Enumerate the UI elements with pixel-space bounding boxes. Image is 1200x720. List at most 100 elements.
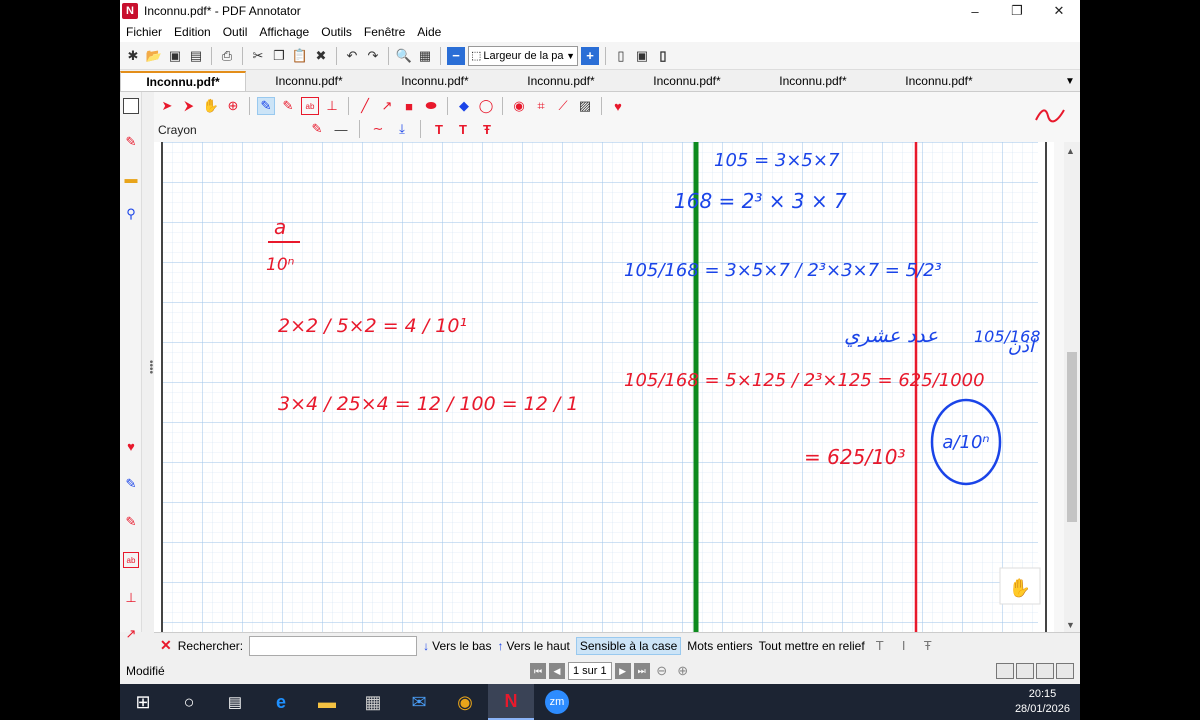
- paste-icon[interactable]: 📋: [291, 47, 309, 65]
- textbox-icon[interactable]: ab: [123, 552, 139, 568]
- menu-edition[interactable]: Edition: [168, 25, 217, 39]
- hand-icon[interactable]: ✋: [202, 97, 220, 115]
- select-icon[interactable]: ➤: [158, 97, 176, 115]
- highlight-all-toggle[interactable]: Tout mettre en relief: [759, 639, 865, 653]
- signature-icon[interactable]: [1034, 106, 1066, 126]
- smooth-stroke-icon[interactable]: ∼: [369, 120, 387, 138]
- page-thumbnail-icon[interactable]: [123, 98, 139, 114]
- zoom-select[interactable]: ⬚ Largeur de la pa ▼: [468, 45, 578, 66]
- scrollbar-thumb[interactable]: [1067, 352, 1077, 522]
- search-circle-icon[interactable]: ○: [166, 684, 212, 720]
- fullscreen-icon[interactable]: ▯: [654, 47, 672, 65]
- eraser-icon[interactable]: ◆: [455, 97, 473, 115]
- tab-inconnu-5[interactable]: Inconnu.pdf*: [624, 71, 750, 91]
- pressure-icon[interactable]: ⤓: [393, 120, 411, 138]
- new-document-icon[interactable]: ✱: [124, 47, 142, 65]
- page-counter[interactable]: 1 sur 1: [568, 662, 612, 680]
- image-insert-icon[interactable]: ▨: [576, 97, 594, 115]
- underline-text-icon[interactable]: I: [895, 637, 913, 655]
- two-page-continuous-icon[interactable]: [1056, 663, 1074, 679]
- document-viewport[interactable]: a 10ⁿ 2×2 / 5×2 = 4 / 10¹ 3×4 / 25×4 = 1…: [154, 142, 1054, 632]
- save-all-icon[interactable]: ▤: [187, 47, 205, 65]
- menu-fenetre[interactable]: Fenêtre: [358, 25, 411, 39]
- tab-overflow-icon[interactable]: ▼: [1060, 71, 1080, 91]
- line-tool-icon[interactable]: ╱: [356, 97, 374, 115]
- heart-icon[interactable]: ♥: [123, 438, 139, 454]
- forward-icon[interactable]: ⊕: [674, 662, 692, 680]
- menu-affichage[interactable]: Affichage: [253, 25, 315, 39]
- arrow-tool-icon[interactable]: ↗: [123, 626, 139, 642]
- case-sensitive-toggle[interactable]: Sensible à la case: [575, 636, 682, 655]
- find-icon[interactable]: 🔍: [395, 47, 413, 65]
- zoom-tool-icon[interactable]: ⊕: [224, 97, 242, 115]
- zoom-in-icon[interactable]: +: [581, 46, 599, 65]
- scroll-up-icon[interactable]: ▲: [1066, 146, 1075, 156]
- favorites-heart-icon[interactable]: ♥: [609, 97, 627, 115]
- delete-icon[interactable]: ✖: [312, 47, 330, 65]
- menu-outils[interactable]: Outils: [315, 25, 358, 39]
- text-select-icon[interactable]: ⮞: [180, 97, 198, 115]
- print-icon[interactable]: ⎙: [218, 47, 236, 65]
- zoom-app-icon[interactable]: zm: [534, 684, 580, 720]
- stamp-icon[interactable]: ⊥: [123, 590, 139, 606]
- highlight-text-icon[interactable]: T: [871, 637, 889, 655]
- redo-icon[interactable]: ↷: [364, 47, 382, 65]
- single-page-view-icon[interactable]: [996, 663, 1014, 679]
- save-icon[interactable]: ▣: [166, 47, 184, 65]
- chrome-icon[interactable]: ◉: [442, 684, 488, 720]
- touch-mode-icon[interactable]: ✋: [999, 567, 1041, 605]
- highlighter-icon[interactable]: ▬: [123, 170, 139, 186]
- whole-words-toggle[interactable]: Mots entiers: [687, 639, 752, 653]
- tab-inconnu-4[interactable]: Inconnu.pdf*: [498, 71, 624, 91]
- color-picker-icon[interactable]: ✎: [308, 120, 326, 138]
- crop-icon[interactable]: ⌗: [532, 97, 550, 115]
- rectangle-tool-icon[interactable]: ■: [400, 97, 418, 115]
- restore-button[interactable]: ❐: [996, 0, 1038, 22]
- last-page-icon[interactable]: ⏭: [633, 663, 650, 679]
- stamp-tool-icon[interactable]: ⊥: [323, 97, 341, 115]
- text-strikeout-icon[interactable]: Ŧ: [478, 120, 496, 138]
- minimize-button[interactable]: –: [954, 0, 996, 22]
- marker-icon[interactable]: ✎: [123, 514, 139, 530]
- line-width-icon[interactable]: —: [332, 120, 350, 138]
- undo-icon[interactable]: ↶: [343, 47, 361, 65]
- menu-fichier[interactable]: Fichier: [120, 25, 168, 39]
- tab-inconnu-6[interactable]: Inconnu.pdf*: [750, 71, 876, 91]
- mail-icon[interactable]: ✉: [396, 684, 442, 720]
- camera-icon[interactable]: ◉: [510, 97, 528, 115]
- search-up-button[interactable]: ↑ Vers le haut: [497, 639, 569, 653]
- menu-outil[interactable]: Outil: [217, 25, 254, 39]
- page-layout-icon[interactable]: ▦: [416, 47, 434, 65]
- ellipse-tool-icon[interactable]: ⬬: [422, 97, 440, 115]
- attachment-icon[interactable]: ⚲: [123, 206, 139, 222]
- arrow-line-icon[interactable]: ↗: [378, 97, 396, 115]
- cut-icon[interactable]: ✂: [249, 47, 267, 65]
- strikeout-text-icon[interactable]: Ŧ: [919, 637, 937, 655]
- edge-browser-icon[interactable]: e: [258, 684, 304, 720]
- back-icon[interactable]: ⊖: [653, 662, 671, 680]
- task-view-icon[interactable]: ▤: [212, 684, 258, 720]
- start-windows-icon[interactable]: ⊞: [120, 684, 166, 720]
- first-page-icon[interactable]: ⏮: [530, 663, 546, 679]
- menu-aide[interactable]: Aide: [411, 25, 447, 39]
- lasso-icon[interactable]: ◯: [477, 97, 495, 115]
- file-explorer-icon[interactable]: ▬: [304, 684, 350, 720]
- text-squiggle-icon[interactable]: T: [454, 120, 472, 138]
- close-button[interactable]: ✕: [1038, 0, 1080, 22]
- scroll-down-icon[interactable]: ▼: [1066, 620, 1075, 630]
- tab-inconnu-7[interactable]: Inconnu.pdf*: [876, 71, 1002, 91]
- pen-blue-icon[interactable]: ✎: [123, 476, 139, 492]
- continuous-view-icon[interactable]: [1016, 663, 1034, 679]
- system-clock[interactable]: 20:15 28/01/2026: [1015, 687, 1070, 717]
- search-input[interactable]: [249, 635, 418, 656]
- store-icon[interactable]: ▦: [350, 684, 396, 720]
- ruler-icon[interactable]: ⟋: [554, 97, 572, 115]
- tab-inconnu-2[interactable]: Inconnu.pdf*: [246, 71, 372, 91]
- marker-tool-icon[interactable]: ✎: [279, 97, 297, 115]
- two-page-view-icon[interactable]: [1036, 663, 1054, 679]
- text-underline-icon[interactable]: T: [430, 120, 448, 138]
- close-search-icon[interactable]: ✕: [160, 637, 172, 654]
- next-page-icon[interactable]: ▶: [614, 663, 631, 679]
- zoom-out-icon[interactable]: −: [447, 46, 465, 65]
- search-down-button[interactable]: ↓ Vers le bas: [423, 639, 491, 653]
